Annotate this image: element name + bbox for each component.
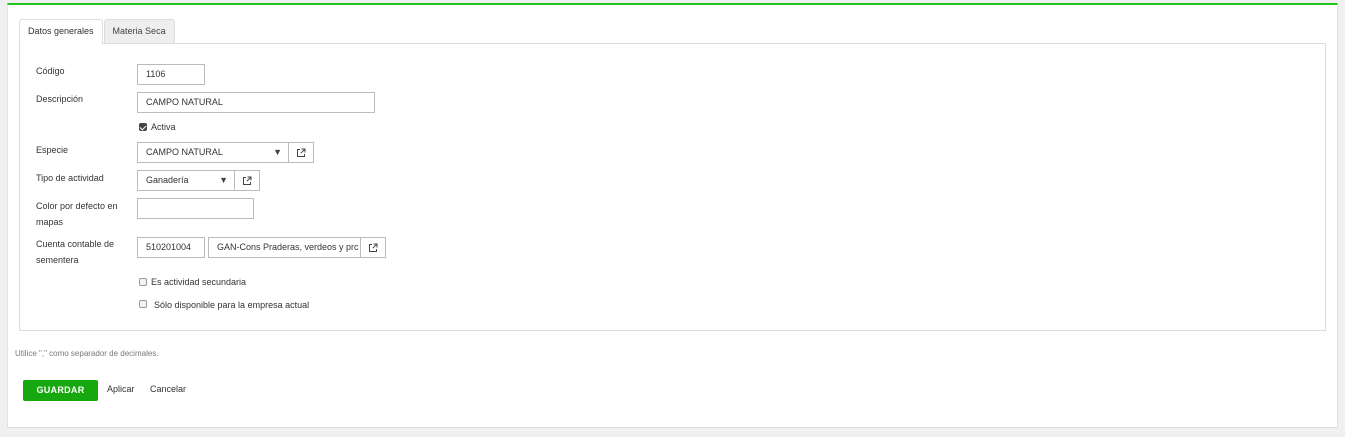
color-label: Color por defecto en mapas (36, 198, 118, 230)
especie-value: CAMPO NATURAL (146, 147, 223, 157)
apply-link[interactable]: Aplicar (107, 384, 135, 394)
codigo-input[interactable]: 1106 (137, 64, 205, 85)
color-label-line1: Color por defecto en (36, 201, 118, 211)
cuenta-label-line1: Cuenta contable de (36, 239, 115, 249)
save-button[interactable]: GUARDAR (23, 380, 98, 401)
especie-select[interactable]: CAMPO NATURAL ▼ (137, 142, 289, 163)
cuenta-label-line2: sementera (36, 255, 79, 265)
tipo-actividad-label: Tipo de actividad (36, 173, 104, 183)
tipo-actividad-select[interactable]: Ganadería ▼ (137, 170, 235, 191)
cancel-link[interactable]: Cancelar (150, 384, 186, 394)
activa-label: Activa (151, 122, 176, 132)
descripcion-input[interactable]: CAMPO NATURAL (137, 92, 375, 113)
cuenta-name-input[interactable]: GAN-Cons Praderas, verdeos y prc (208, 237, 361, 258)
color-input[interactable] (137, 198, 254, 219)
external-link-icon (369, 243, 378, 252)
color-label-line2: mapas (36, 217, 64, 227)
tipo-actividad-external-link-button[interactable] (234, 170, 260, 191)
secundaria-checkbox[interactable] (139, 278, 147, 286)
secundaria-label: Es actividad secundaria (151, 277, 247, 287)
main-panel: Datos generales Materia Seca Código 1106… (7, 3, 1338, 428)
caret-down-icon: ▼ (219, 175, 228, 185)
cuenta-label: Cuenta contable de sementera (36, 236, 114, 268)
external-link-icon (243, 176, 252, 185)
decimal-separator-note: Utilice "," como separador de decimales. (15, 349, 159, 358)
tab-content: Código 1106 Descripción CAMPO NATURAL Ac… (19, 43, 1326, 331)
especie-label: Especie (36, 145, 69, 155)
codigo-label: Código (36, 66, 65, 76)
activa-checkbox[interactable] (139, 123, 147, 131)
tipo-actividad-value: Ganadería (146, 175, 189, 185)
cuenta-code-input[interactable]: 510201004 (137, 237, 205, 258)
cuenta-external-link-button[interactable] (360, 237, 386, 258)
tab-bar: Datos generales Materia Seca (19, 19, 175, 44)
caret-down-icon: ▼ (273, 147, 282, 157)
descripcion-label: Descripción (36, 94, 84, 104)
solo-empresa-checkbox[interactable] (139, 300, 147, 308)
tab-datos-generales[interactable]: Datos generales (19, 19, 103, 44)
external-link-icon (297, 148, 306, 157)
solo-empresa-label: Sólo disponible para la empresa actual (154, 300, 310, 310)
especie-external-link-button[interactable] (288, 142, 314, 163)
tab-materia-seca[interactable]: Materia Seca (103, 19, 175, 43)
